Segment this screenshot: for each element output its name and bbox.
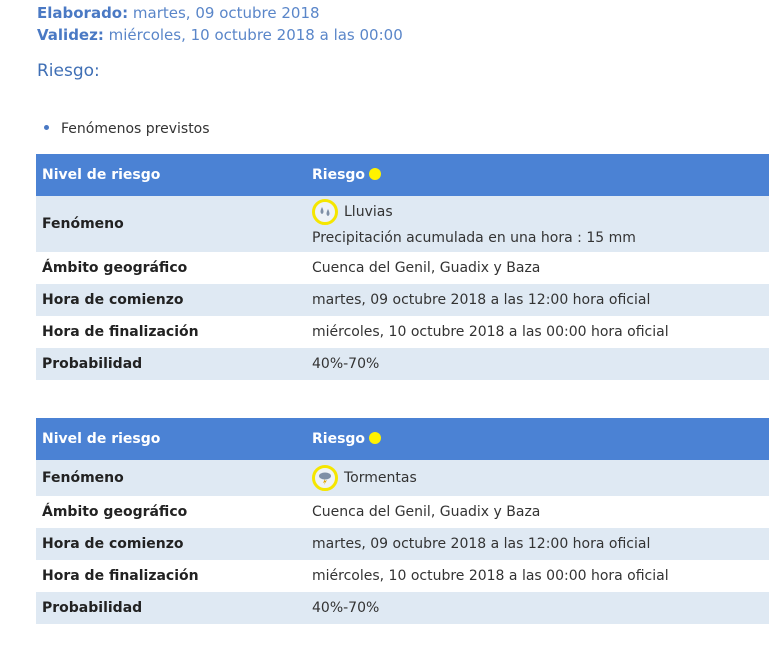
table-header-row: Nivel de riesgo Riesgo [36,154,769,196]
storm-icon [312,465,338,491]
probabilidad-value: 40%-70% [306,592,769,624]
comienzo-label: Hora de comienzo [36,284,306,316]
probabilidad-label: Probabilidad [36,592,306,624]
header-nivel: Nivel de riesgo [36,154,306,196]
validez-line: Validez: miércoles, 10 octubre 2018 a la… [37,25,403,45]
finalizacion-label: Hora de finalización [42,568,199,584]
finalizacion-value: miércoles, 10 octubre 2018 a las 00:00 h… [312,324,669,340]
validez-label: Validez: [37,26,104,44]
fenomeno-value: Lluvias [344,204,393,220]
comienzo-value: martes, 09 octubre 2018 a las 12:00 hora… [306,528,769,560]
table-row-probabilidad: Probabilidad 40%-70% [36,592,769,624]
elaborado-value: martes, 09 octubre 2018 [132,4,320,22]
comienzo-value: martes, 09 octubre 2018 a las 12:00 hora… [306,284,769,316]
table-row-ambito: Ámbito geográfico Cuenca del Genil, Guad… [36,496,769,528]
header-nivel: Nivel de riesgo [36,418,306,460]
finalizacion-value: miércoles, 10 octubre 2018 a las 00:00 h… [312,568,669,584]
table-header-row: Nivel de riesgo Riesgo [36,418,769,460]
ambito-label: Ámbito geográfico [42,504,188,520]
comienzo-label: Hora de comienzo [36,528,306,560]
bullet-dot-icon [44,124,49,130]
ambito-label: Ámbito geográfico [42,260,188,276]
table-row-comienzo: Hora de comienzo martes, 09 octubre 2018… [36,528,769,560]
table-row-ambito: Ámbito geográfico Cuenca del Genil, Guad… [36,252,769,284]
ambito-value: Cuenca del Genil, Guadix y Baza [312,504,541,520]
table-row-finalizacion: Hora de finalización miércoles, 10 octub… [36,560,769,592]
probabilidad-value: 40%-70% [306,348,769,380]
validez-value: miércoles, 10 octubre 2018 a las 00:00 [108,26,403,44]
risk-table-lluvias: Nivel de riesgo Riesgo Fenómeno Lluvias … [36,154,769,380]
table-row-probabilidad: Probabilidad 40%-70% [36,348,769,380]
elaborado-line: Elaborado: martes, 09 octubre 2018 [37,3,320,23]
fenomeno-label: Fenómeno [36,196,306,252]
yellow-risk-dot-icon [369,432,382,444]
table-row-finalizacion: Hora de finalización miércoles, 10 octub… [36,316,769,348]
probabilidad-label: Probabilidad [36,348,306,380]
finalizacion-label: Hora de finalización [42,324,199,340]
yellow-risk-dot-icon [369,168,382,180]
table-row-fenomeno: Fenómeno Tormentas [36,460,769,496]
header-riesgo-label: Riesgo [312,431,366,447]
rain-icon [312,199,338,225]
ambito-value: Cuenca del Genil, Guadix y Baza [312,260,541,276]
table-row-fenomeno: Fenómeno Lluvias Precipitación acumulada… [36,196,769,252]
fenomeno-value: Tormentas [344,470,417,486]
fenomenos-bullet: Fenómenos previstos [44,118,210,140]
fenomeno-label: Fenómeno [36,460,306,496]
riesgo-heading: Riesgo: [37,61,100,81]
fenomenos-label: Fenómenos previstos [61,121,210,137]
fenomeno-value-cell: Tormentas [306,460,769,496]
header-riesgo-label: Riesgo [312,167,366,183]
risk-table-tormentas: Nivel de riesgo Riesgo Fenómeno Tormenta… [36,418,769,624]
fenomeno-detail: Precipitación acumulada en una hora : 15… [312,230,636,246]
fenomeno-value-cell: Lluvias Precipitación acumulada en una h… [306,196,769,252]
elaborado-label: Elaborado: [37,4,129,22]
header-riesgo: Riesgo [306,418,769,460]
table-row-comienzo: Hora de comienzo martes, 09 octubre 2018… [36,284,769,316]
header-riesgo: Riesgo [306,154,769,196]
